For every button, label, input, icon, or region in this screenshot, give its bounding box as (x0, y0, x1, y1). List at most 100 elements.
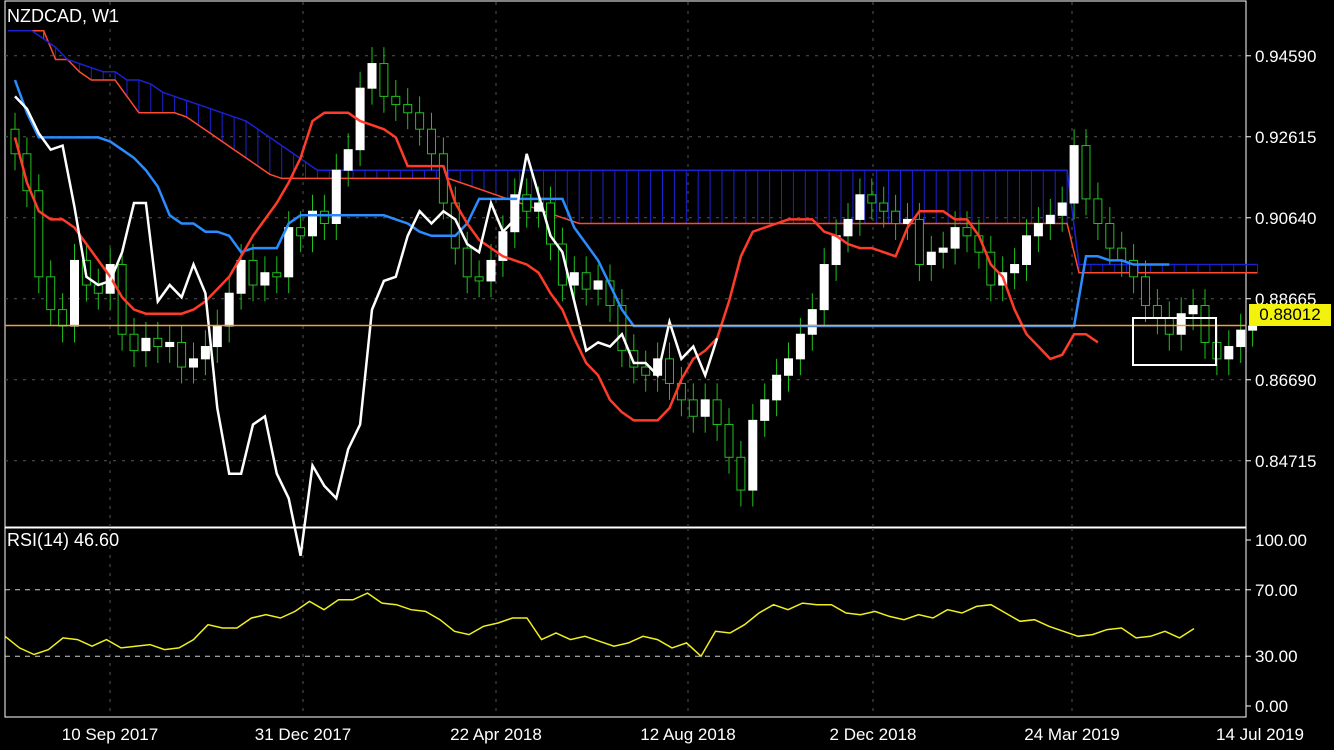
bull-candle (70, 259, 79, 327)
rsi-value: 46.60 (74, 530, 120, 550)
bull-candle (1188, 305, 1198, 315)
bear-candle (1141, 276, 1150, 307)
y-tick-label: 0.94590 (1255, 47, 1316, 66)
x-tick-label: 10 Sep 2017 (62, 725, 158, 744)
bear-candle (1081, 145, 1091, 200)
bull-candle (1248, 325, 1258, 331)
bear-candle (581, 272, 591, 290)
bull-candle (189, 358, 198, 368)
bear-candle (415, 112, 425, 130)
bear-candle (296, 227, 306, 237)
bear-candle (688, 399, 698, 417)
bull-candle (165, 341, 175, 348)
bull-candle (260, 272, 270, 286)
rsi-title: RSI(14) 46.60 (7, 530, 119, 551)
bull-candle (569, 272, 579, 286)
bull-candle (843, 218, 853, 237)
rsi-y-tick-label: 70.00 (1255, 581, 1298, 600)
bear-candle (462, 247, 472, 278)
rsi-label: RSI(14) (7, 530, 70, 550)
bear-candle (867, 194, 877, 204)
bear-candle (724, 423, 734, 458)
bull-candle (819, 264, 829, 311)
bear-candle (46, 276, 56, 311)
bull-candle (831, 235, 841, 266)
bull-candle (236, 259, 246, 294)
bull-candle (748, 419, 758, 491)
x-tick-label: 12 Aug 2018 (640, 725, 735, 744)
bear-candle (914, 218, 924, 266)
bear-candle (1105, 223, 1115, 249)
bear-candle (712, 399, 722, 425)
bull-candle (760, 399, 770, 421)
bull-candle (1069, 145, 1079, 204)
chart-canvas[interactable]: 0.945900.926150.906400.886650.866900.847… (0, 0, 1334, 750)
bear-candle (403, 104, 413, 114)
bear-candle (474, 276, 484, 282)
bull-candle (1045, 214, 1055, 225)
bear-candle (522, 194, 532, 212)
bear-candle (665, 358, 674, 384)
bear-candle (1200, 305, 1210, 343)
bull-candle (1236, 329, 1246, 348)
bear-candle (319, 210, 329, 225)
x-tick-label: 2 Dec 2018 (830, 725, 917, 744)
bull-candle (938, 247, 948, 253)
main-frame (4, 0, 1247, 528)
current-price-label: 0.88012 (1249, 304, 1331, 326)
y-tick-label: 0.92615 (1255, 128, 1316, 147)
bull-candle (1010, 264, 1020, 274)
bear-candle (1117, 247, 1127, 261)
bull-candle (367, 63, 377, 89)
bear-candle (379, 63, 389, 97)
bull-candle (486, 259, 496, 282)
bull-candle (224, 292, 234, 327)
bull-candle (1022, 235, 1031, 266)
bear-candle (1152, 305, 1162, 319)
bear-candle (177, 341, 187, 368)
bear-candle (891, 210, 901, 225)
bull-candle (795, 333, 805, 360)
bear-candle (1093, 198, 1103, 225)
bear-candle (736, 456, 746, 491)
rsi-line (4, 592, 1195, 658)
y-tick-label: 0.86690 (1255, 371, 1316, 390)
bear-candle (962, 227, 972, 237)
bull-candle (141, 337, 151, 352)
bull-candle (593, 280, 603, 290)
chart-title: NZDCAD, W1 (7, 6, 119, 26)
bear-candle (153, 337, 163, 348)
tenkan-sen-line (13, 111, 1099, 422)
x-tick-label: 24 Mar 2019 (1024, 725, 1119, 744)
x-tick-label: 14 Jul 2019 (1216, 725, 1304, 744)
bull-candle (926, 251, 936, 266)
bull-candle (950, 227, 960, 249)
bull-candle (700, 399, 710, 417)
rsi-y-tick-label: 100.00 (1255, 531, 1307, 550)
bull-candle (1176, 313, 1186, 335)
bull-candle (200, 346, 210, 360)
bear-candle (427, 128, 436, 155)
chart-window[interactable]: 0.94590 0.92615 0.90640 0.88665 0.86690 0.847… (0, 0, 1334, 750)
bear-candle (272, 272, 282, 278)
bear-candle (248, 259, 258, 286)
bear-candle (879, 202, 889, 212)
bear-candle (58, 309, 68, 327)
rsi-y-tick-label: 0.00 (1255, 697, 1288, 716)
bull-candle (1057, 202, 1067, 216)
bear-candle (641, 366, 651, 376)
bull-candle (1033, 223, 1043, 237)
x-tick-label: 22 Apr 2018 (450, 725, 542, 744)
bull-candle (284, 227, 294, 278)
bear-candle (391, 95, 401, 106)
bull-candle (784, 358, 793, 376)
bull-candle (212, 325, 222, 348)
bull-candle (772, 374, 782, 401)
bull-candle (1224, 346, 1234, 360)
rsi-y-tick-label: 30.00 (1255, 647, 1298, 666)
y-tick-label: 0.90640 (1255, 209, 1316, 228)
bull-candle (807, 309, 817, 335)
bull-candle (343, 149, 353, 171)
x-tick-label: 31 Dec 2017 (255, 725, 351, 744)
y-tick-label: 0.84715 (1255, 452, 1316, 471)
